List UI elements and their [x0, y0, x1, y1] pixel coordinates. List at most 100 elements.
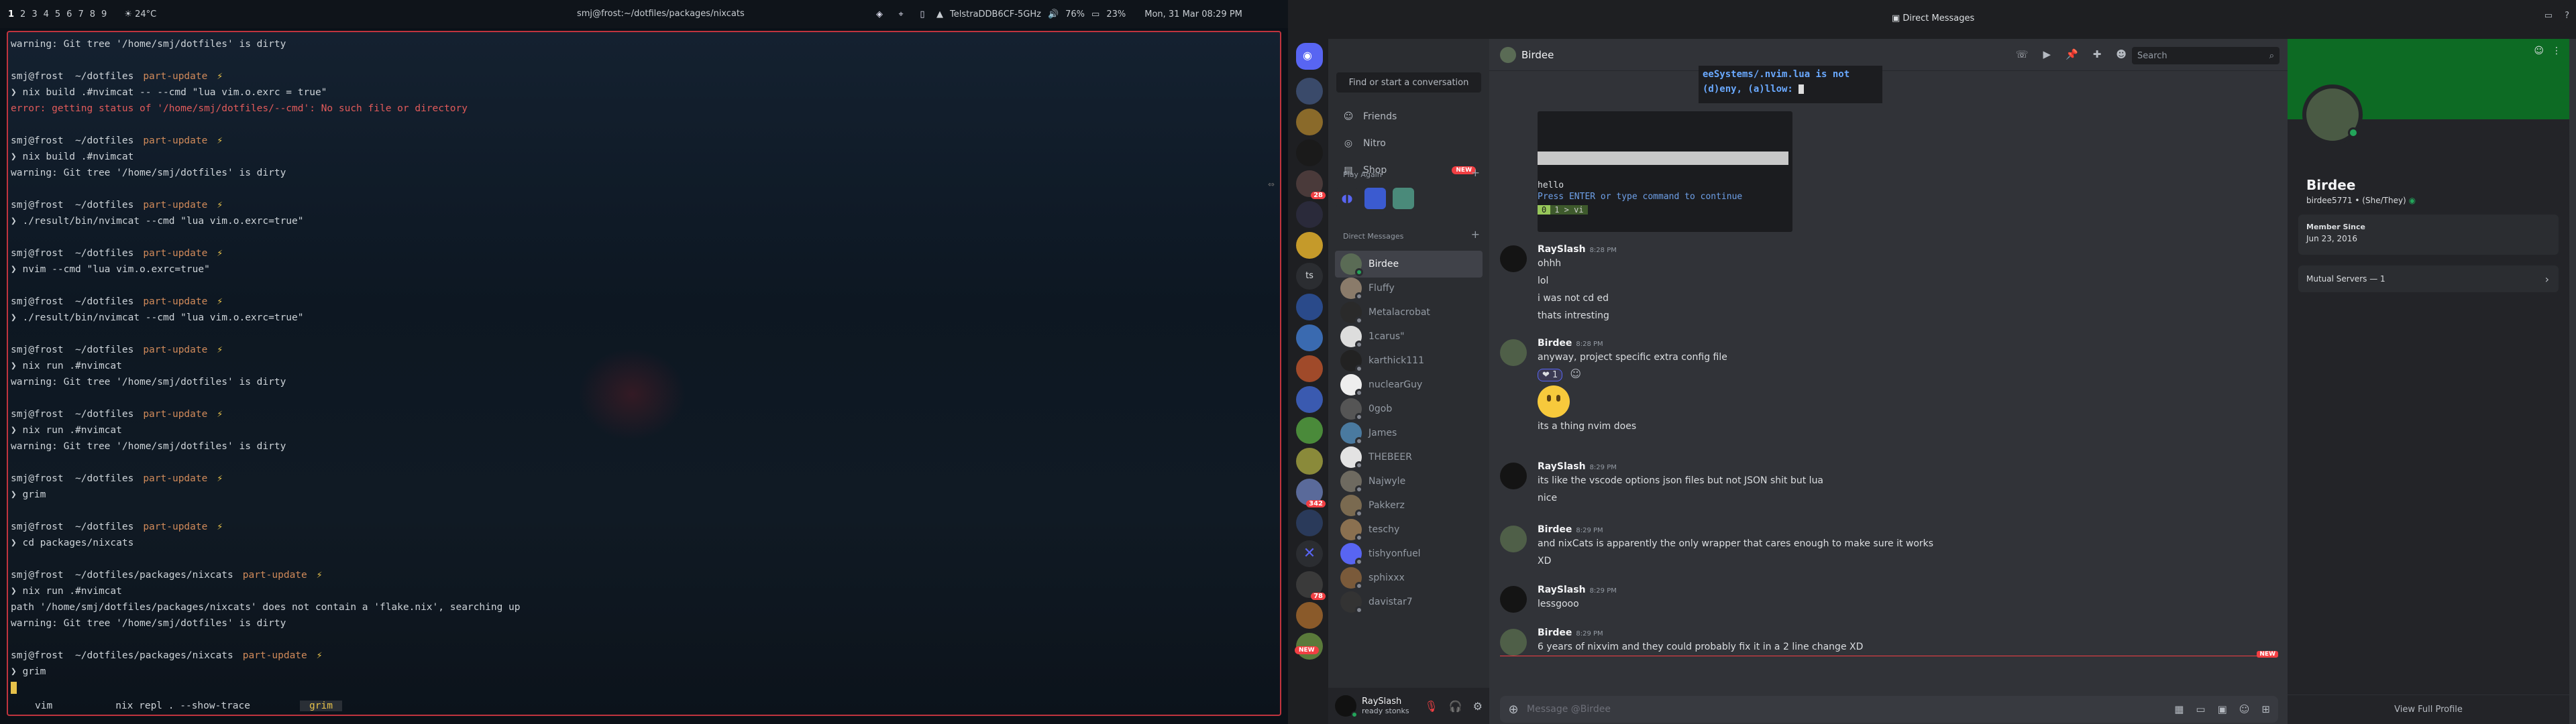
game-icon[interactable]: [1364, 188, 1386, 209]
workspace-button[interactable]: 4: [44, 9, 49, 19]
server-icon[interactable]: [1296, 324, 1323, 351]
view-full-profile-button[interactable]: View Full Profile: [2288, 695, 2569, 724]
dm-item[interactable]: Birdee: [1335, 251, 1483, 278]
server-icon-ts[interactable]: ts: [1296, 263, 1323, 290]
attach-plus-icon[interactable]: ⊕: [1500, 703, 1527, 717]
dm-item[interactable]: davistar7: [1335, 589, 1483, 615]
message-group[interactable]: Birdee 8:29 PM and nixCats is apparently t…: [1500, 524, 2271, 570]
volume-level[interactable]: 76%: [1065, 9, 1085, 19]
phone-tray-icon[interactable]: ▯: [915, 7, 930, 21]
chat-user-avatar[interactable]: [1500, 46, 1516, 63]
video-call-icon[interactable]: ▶: [2043, 48, 2051, 60]
nav-friends[interactable]: ☺ Friends: [1335, 105, 1483, 129]
message-avatar[interactable]: [1500, 463, 1527, 489]
voice-call-icon[interactable]: ☏: [2016, 48, 2029, 60]
server-icon[interactable]: [1296, 201, 1323, 228]
tmux-tab-vim[interactable]: vim: [8, 701, 62, 711]
dm-item[interactable]: tishyonfuel: [1335, 540, 1483, 567]
message-group[interactable]: RaySlash 8:28 PM ohhh lol i was not cd ed tha…: [1500, 244, 2271, 324]
discord-tray-icon[interactable]: ◈: [872, 7, 887, 21]
server-icon[interactable]: [1296, 78, 1323, 105]
mute-mic-icon[interactable]: 🎙: [1424, 700, 1438, 713]
workspace-button[interactable]: 2: [20, 9, 25, 19]
server-icon[interactable]: 28: [1296, 170, 1326, 199]
play-again-add-icon[interactable]: +: [1471, 166, 1480, 179]
workspace-button[interactable]: 7: [78, 9, 83, 19]
chat-title[interactable]: Birdee: [1521, 49, 1554, 61]
server-icon[interactable]: [1296, 355, 1323, 382]
dm-item[interactable]: Pakkerz: [1335, 492, 1483, 519]
clock[interactable]: Mon, 31 Mar 08:29 PM: [1144, 9, 1242, 19]
dm-item[interactable]: nuclearGuy: [1335, 371, 1483, 398]
message-author[interactable]: Birdee: [1538, 338, 1572, 349]
message-author[interactable]: RaySlash: [1538, 585, 1586, 595]
message-avatar[interactable]: [1500, 629, 1527, 656]
terminal-output[interactable]: warning: Git tree '/home/smj/dotfiles' i…: [11, 36, 521, 696]
find-conversation-button[interactable]: Find or start a conversation: [1336, 72, 1481, 93]
message-avatar[interactable]: [1500, 245, 1527, 272]
gif-icon[interactable]: ▭: [2196, 703, 2205, 715]
message-group[interactable]: Birdee 8:28 PM anyway, project specific ex…: [1500, 338, 2271, 435]
server-icon[interactable]: [1296, 139, 1323, 166]
game-icon[interactable]: ◖◗: [1336, 188, 1358, 209]
server-icon[interactable]: ✕: [1296, 540, 1323, 567]
dm-item[interactable]: sphixxx: [1335, 564, 1483, 591]
dm-item[interactable]: teschy: [1335, 516, 1483, 543]
message-group[interactable]: RaySlash 8:29 PM its like the vscode optio…: [1500, 461, 2271, 507]
message-avatar[interactable]: [1500, 526, 1527, 552]
tmux-tab-grim[interactable]: grim: [300, 701, 342, 711]
dm-item[interactable]: Metalacrobat: [1335, 299, 1483, 326]
dm-item[interactable]: James: [1335, 420, 1483, 446]
user-avatar[interactable]: [1335, 695, 1358, 718]
user-profile-toggle-icon[interactable]: ☻: [2116, 48, 2127, 60]
dm-item[interactable]: THEBEER: [1335, 444, 1483, 471]
more-options-icon[interactable]: ⋮: [2552, 46, 2561, 56]
dm-item[interactable]: Fluffy: [1335, 275, 1483, 302]
network-tray-icon[interactable]: ⌖: [894, 7, 908, 21]
mutual-servers-row[interactable]: Mutual Servers — 1 ›: [2298, 265, 2559, 292]
sticker-icon[interactable]: ▣: [2218, 703, 2227, 715]
add-friends-icon[interactable]: ✚: [2093, 48, 2102, 60]
message-author[interactable]: RaySlash: [1538, 461, 1586, 472]
server-icon[interactable]: [1296, 232, 1323, 259]
message-group[interactable]: Birdee 8:29 PM 6 years of nixvim and they …: [1500, 627, 2271, 656]
message-group[interactable]: RaySlash 8:29 PM lessgooo: [1500, 585, 2271, 613]
dm-item[interactable]: 1carus": [1335, 323, 1483, 350]
workspace-switcher[interactable]: 123456789: [0, 9, 107, 19]
server-folder[interactable]: [1296, 509, 1323, 536]
server-icon[interactable]: [1296, 417, 1323, 444]
message-composer[interactable]: ⊕ Message @Birdee ▦ ▭ ▣ ☺ ⊞: [1500, 696, 2278, 723]
settings-gear-icon[interactable]: ⚙: [1473, 700, 1483, 713]
dm-item[interactable]: karthick111: [1335, 347, 1483, 374]
apps-icon[interactable]: ⊞: [2261, 703, 2270, 715]
add-reaction-icon[interactable]: ☺: [1566, 367, 1581, 380]
tmux-tab-nix-repl[interactable]: nix repl . --show-trace: [62, 701, 260, 711]
profile-avatar[interactable]: [2302, 84, 2363, 145]
game-icon[interactable]: [1393, 188, 1414, 209]
server-icon[interactable]: [1296, 109, 1323, 135]
message-avatar[interactable]: [1500, 586, 1527, 613]
workspace-button[interactable]: 5: [55, 9, 60, 19]
headphones-icon[interactable]: 🎧: [1449, 700, 1462, 713]
nav-nitro[interactable]: ◎ Nitro: [1335, 131, 1483, 156]
workspace-button[interactable]: 1: [8, 9, 14, 19]
emoji-icon[interactable]: ☺: [2239, 703, 2250, 715]
dm-item[interactable]: Najwyle: [1335, 468, 1483, 495]
server-icon[interactable]: [1296, 602, 1323, 629]
gift-icon[interactable]: ▦: [2174, 703, 2184, 715]
message-input[interactable]: Message @Birdee: [1527, 704, 1611, 715]
wifi-name[interactable]: TelstraDDB6CF-5GHz: [950, 9, 1041, 19]
help-icon[interactable]: ?: [2565, 11, 2569, 21]
message-avatar[interactable]: [1500, 339, 1527, 366]
workspace-button[interactable]: 3: [32, 9, 37, 19]
dm-item[interactable]: 0gob: [1335, 396, 1483, 422]
message-author[interactable]: Birdee: [1538, 627, 1572, 638]
new-dm-icon[interactable]: +: [1471, 228, 1480, 241]
pinned-messages-icon[interactable]: 📌: [2065, 48, 2078, 60]
add-friend-icon[interactable]: ☺: [2534, 46, 2544, 56]
workspace-button[interactable]: 8: [90, 9, 95, 19]
image-attachment-top[interactable]: eeSystems/.nvim.lua is not (d)eny, (a)ll…: [1699, 66, 1882, 103]
server-icon[interactable]: [1296, 448, 1323, 475]
chat-search-input[interactable]: Search ⌕: [2132, 47, 2279, 64]
server-icon[interactable]: [1296, 294, 1323, 320]
